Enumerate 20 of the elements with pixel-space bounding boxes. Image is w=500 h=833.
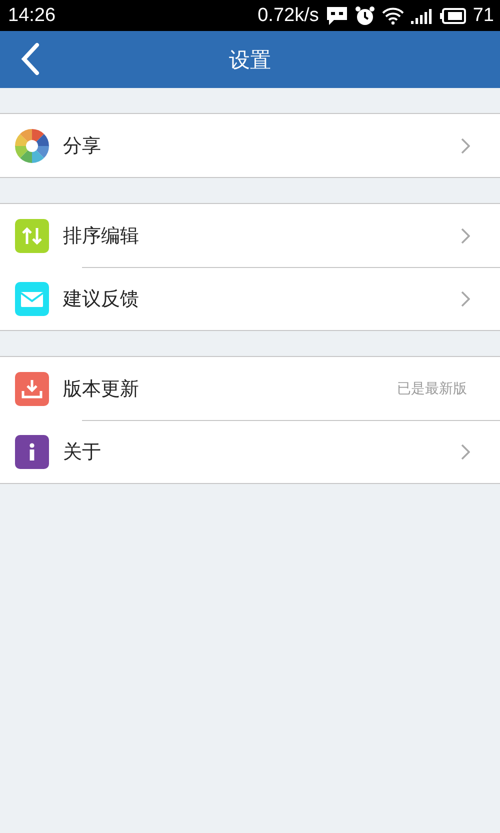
download-icon xyxy=(15,372,49,406)
alarm-clock-icon xyxy=(354,6,375,26)
aperture-icon xyxy=(15,128,49,162)
battery-percent: 71 xyxy=(472,6,494,25)
up-down-arrows-icon xyxy=(15,218,49,252)
info-icon xyxy=(15,434,49,468)
message-icon xyxy=(326,6,348,26)
page-title: 设置 xyxy=(229,46,271,74)
menu-item-label[interactable]: 建议反馈 xyxy=(63,286,461,312)
battery-icon xyxy=(440,8,466,24)
menu-item-label[interactable]: 关于 xyxy=(63,438,461,464)
wifi-icon xyxy=(382,6,404,24)
menu-item-label[interactable]: 排序编辑 xyxy=(63,222,461,248)
menu-item-label[interactable]: 版本更新 xyxy=(63,376,397,402)
status-text: 已是最新版 xyxy=(397,380,467,398)
envelope-icon xyxy=(15,282,49,316)
clock-time: 14:26 xyxy=(8,6,56,25)
signal-icon xyxy=(410,8,433,24)
back-icon[interactable] xyxy=(20,42,40,76)
network-speed: 0.72k/s xyxy=(258,6,319,25)
